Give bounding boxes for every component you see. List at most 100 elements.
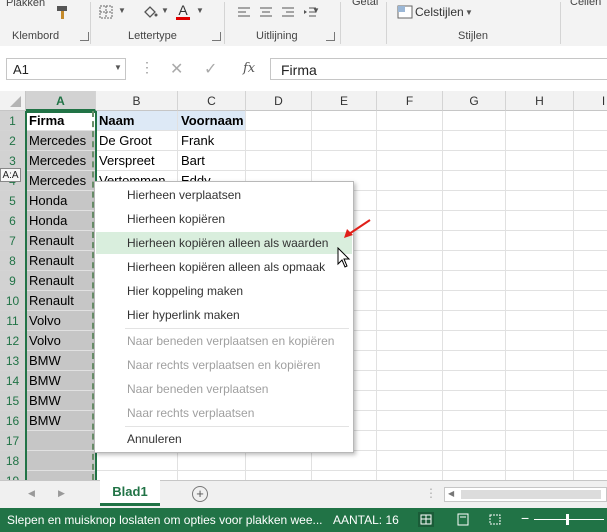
align-center-icon[interactable] bbox=[256, 2, 276, 22]
row-header-11[interactable]: 11 bbox=[0, 311, 26, 331]
cell-f14[interactable] bbox=[377, 371, 443, 391]
cell-i2[interactable] bbox=[574, 131, 607, 151]
cell-g4[interactable] bbox=[443, 171, 506, 191]
cell-h18[interactable] bbox=[506, 451, 574, 471]
row-header-5[interactable]: 5 bbox=[0, 191, 26, 211]
cell-d2[interactable] bbox=[246, 131, 312, 151]
menu-item-move-here[interactable]: Hierheen verplaatsen bbox=[96, 184, 352, 206]
row-header-1[interactable]: 1 bbox=[0, 111, 26, 131]
column-header-e[interactable]: E bbox=[312, 91, 377, 111]
cell-g14[interactable] bbox=[443, 371, 506, 391]
borders-icon[interactable] bbox=[96, 2, 116, 22]
cell-i9[interactable] bbox=[574, 271, 607, 291]
cell-e19[interactable] bbox=[312, 471, 377, 480]
menu-item-create-hyperlink[interactable]: Hier hyperlink maken bbox=[96, 304, 352, 326]
cell-g9[interactable] bbox=[443, 271, 506, 291]
cell-styles-icon[interactable] bbox=[395, 3, 415, 21]
cell-i13[interactable] bbox=[574, 351, 607, 371]
cell-c3[interactable]: Bart bbox=[178, 151, 246, 171]
cell-f11[interactable] bbox=[377, 311, 443, 331]
column-header-f[interactable]: F bbox=[377, 91, 443, 111]
cell-a16[interactable]: BMW bbox=[26, 411, 96, 431]
cell-styles-button[interactable]: Celstijlen bbox=[415, 5, 464, 19]
cell-a15[interactable]: BMW bbox=[26, 391, 96, 411]
cell-e3[interactable] bbox=[312, 151, 377, 171]
cell-h6[interactable] bbox=[506, 211, 574, 231]
cell-h4[interactable] bbox=[506, 171, 574, 191]
lettertype-launcher-icon[interactable] bbox=[212, 32, 221, 41]
cell-f17[interactable] bbox=[377, 431, 443, 451]
page-break-view-icon[interactable] bbox=[487, 512, 503, 527]
cell-c2[interactable]: Frank bbox=[178, 131, 246, 151]
row-header-13[interactable]: 13 bbox=[0, 351, 26, 371]
cell-a2[interactable]: Mercedes bbox=[26, 131, 96, 151]
cell-a3[interactable]: Mercedes bbox=[26, 151, 96, 171]
cell-h9[interactable] bbox=[506, 271, 574, 291]
cell-f3[interactable] bbox=[377, 151, 443, 171]
cell-f16[interactable] bbox=[377, 411, 443, 431]
cell-h1[interactable] bbox=[506, 111, 574, 131]
cell-c19[interactable] bbox=[178, 471, 246, 480]
cell-a11[interactable]: Volvo bbox=[26, 311, 96, 331]
cell-i16[interactable] bbox=[574, 411, 607, 431]
cell-h12[interactable] bbox=[506, 331, 574, 351]
cell-i6[interactable] bbox=[574, 211, 607, 231]
column-header-i[interactable]: I bbox=[574, 91, 607, 111]
row-header-16[interactable]: 16 bbox=[0, 411, 26, 431]
cell-f8[interactable] bbox=[377, 251, 443, 271]
cell-g7[interactable] bbox=[443, 231, 506, 251]
cell-g3[interactable] bbox=[443, 151, 506, 171]
font-color-icon[interactable]: A bbox=[174, 0, 192, 22]
cell-g2[interactable] bbox=[443, 131, 506, 151]
cell-f19[interactable] bbox=[377, 471, 443, 480]
font-color-dropdown-icon[interactable]: ▼ bbox=[196, 6, 204, 15]
scroll-tabs-right-icon[interactable]: ▶ bbox=[58, 488, 65, 499]
cancel-icon[interactable]: ✕ bbox=[170, 59, 183, 79]
cell-f6[interactable] bbox=[377, 211, 443, 231]
menu-item-create-link[interactable]: Hier koppeling maken bbox=[96, 280, 352, 302]
row-header-6[interactable]: 6 bbox=[0, 211, 26, 231]
cell-i1[interactable] bbox=[574, 111, 607, 131]
fill-color-dropdown-icon[interactable]: ▼ bbox=[161, 6, 169, 15]
scroll-tabs-left-icon[interactable]: ◀ bbox=[28, 488, 35, 499]
cell-i15[interactable] bbox=[574, 391, 607, 411]
cell-d19[interactable] bbox=[246, 471, 312, 480]
cell-g19[interactable] bbox=[443, 471, 506, 480]
cell-h19[interactable] bbox=[506, 471, 574, 480]
row-header-7[interactable]: 7 bbox=[0, 231, 26, 251]
row-header-9[interactable]: 9 bbox=[0, 271, 26, 291]
cell-a7[interactable]: Renault bbox=[26, 231, 96, 251]
cell-i17[interactable] bbox=[574, 431, 607, 451]
cell-g13[interactable] bbox=[443, 351, 506, 371]
cell-d18[interactable] bbox=[246, 451, 312, 471]
cell-d3[interactable] bbox=[246, 151, 312, 171]
cell-a14[interactable]: BMW bbox=[26, 371, 96, 391]
cell-f9[interactable] bbox=[377, 271, 443, 291]
fill-color-icon[interactable] bbox=[140, 2, 160, 22]
cell-i4[interactable] bbox=[574, 171, 607, 191]
cell-c18[interactable] bbox=[178, 451, 246, 471]
cell-a19[interactable] bbox=[26, 471, 96, 480]
cell-g12[interactable] bbox=[443, 331, 506, 351]
menu-item-copy-values-only[interactable]: Hierheen kopiëren alleen als waarden bbox=[96, 232, 352, 254]
cell-b1[interactable]: Naam bbox=[96, 111, 178, 131]
cell-d1[interactable] bbox=[246, 111, 312, 131]
cell-f1[interactable] bbox=[377, 111, 443, 131]
menu-item-copy-here[interactable]: Hierheen kopiëren bbox=[96, 208, 352, 230]
cell-f7[interactable] bbox=[377, 231, 443, 251]
menu-item-copy-formats-only[interactable]: Hierheen kopiëren alleen als opmaak bbox=[96, 256, 352, 278]
page-layout-view-icon[interactable] bbox=[455, 512, 471, 527]
cell-h2[interactable] bbox=[506, 131, 574, 151]
cell-a8[interactable]: Renault bbox=[26, 251, 96, 271]
cell-i10[interactable] bbox=[574, 291, 607, 311]
cell-i12[interactable] bbox=[574, 331, 607, 351]
insert-function-icon[interactable]: fx bbox=[243, 61, 255, 76]
cell-a12[interactable]: Volvo bbox=[26, 331, 96, 351]
cell-e18[interactable] bbox=[312, 451, 377, 471]
cell-f18[interactable] bbox=[377, 451, 443, 471]
cell-i5[interactable] bbox=[574, 191, 607, 211]
column-header-a[interactable]: A bbox=[26, 91, 96, 111]
cell-h8[interactable] bbox=[506, 251, 574, 271]
menu-item-cancel[interactable]: Annuleren bbox=[96, 428, 352, 450]
cell-e2[interactable] bbox=[312, 131, 377, 151]
